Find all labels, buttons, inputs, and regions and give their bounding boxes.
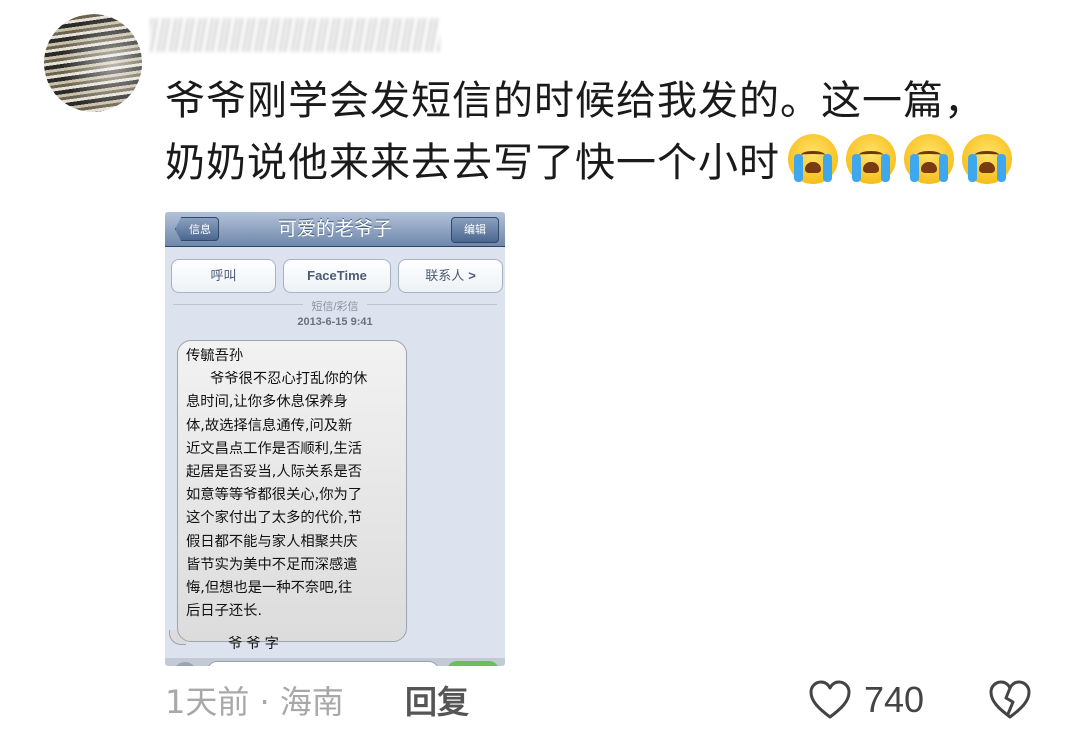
message-line: 爷爷很不忍心打乱你的休 <box>210 371 368 388</box>
message-line: 皆节实为美中不足而深感遣 <box>186 556 358 573</box>
avatar[interactable] <box>44 14 142 112</box>
edit-button[interactable]: 编辑 <box>451 217 499 243</box>
sms-type-text: 短信/彩信 <box>303 301 367 313</box>
contact-actions: 呼叫 FaceTime 联系人 > <box>171 259 503 293</box>
comment-line-1: 爷爷刚学会发短信的时候给我发的。这一篇， <box>165 78 985 124</box>
message-bubble[interactable]: 传毓吾孙 爷爷很不忍心打乱你的休 息时间,让你多休息保养身 体,故选择信息通传,… <box>177 340 407 652</box>
call-button[interactable]: 呼叫 <box>171 259 276 293</box>
message-line: 如意等等爷都很关心,你为了 <box>186 487 363 504</box>
comment-time-location: 1天前 · 海南 <box>165 683 344 721</box>
message-signature: 爷爷字 <box>228 636 283 653</box>
message-input[interactable] <box>207 661 439 666</box>
message-line: 假日都不能与家人相聚共庆 <box>186 533 358 550</box>
comment-line-2: 奶奶说他来来去去写了快一个小时 <box>165 132 1055 194</box>
message-line: 后日子还长. <box>186 603 263 620</box>
crying-face-icon <box>904 134 954 184</box>
message-line: 体,故选择信息通传,问及新 <box>186 417 353 434</box>
sms-type-label: 短信/彩信 <box>165 298 505 314</box>
username-blurred[interactable] <box>150 18 440 52</box>
crying-face-icon <box>962 134 1012 184</box>
crying-face-icon <box>846 134 896 184</box>
camera-icon[interactable] <box>173 662 197 666</box>
heart-icon <box>809 680 851 719</box>
message-line: 传毓吾孙 <box>186 348 244 364</box>
crying-face-icon <box>788 134 838 184</box>
message-line: 悔,但想也是一种不奈吧,往 <box>186 580 353 597</box>
message-timestamp: 2013-6-15 9:41 <box>297 316 373 328</box>
compose-bar <box>165 658 505 666</box>
reply-button[interactable]: 回复 <box>405 680 469 724</box>
facetime-button[interactable]: FaceTime <box>283 259 391 293</box>
message-line: 息时间,让你多休息保养身 <box>186 394 348 411</box>
contacts-button[interactable]: 联系人 > <box>398 259 503 293</box>
sms-navbar: 信息 可爱的老爷子 编辑 <box>165 212 505 247</box>
send-button[interactable] <box>447 661 499 666</box>
contacts-label: 联系人 <box>425 268 465 283</box>
message-line: 这个家付出了太多的代价,节 <box>186 510 363 527</box>
message-line: 近文昌点工作是否顺利,生活 <box>186 440 363 457</box>
chevron-right-icon: > <box>468 268 476 283</box>
like-count: 740 <box>864 679 925 720</box>
comment-line-2-text: 奶奶说他来来去去写了快一个小时 <box>165 140 780 186</box>
message-line: 起居是否妥当,人际关系是否 <box>186 464 363 481</box>
comment-text: 爷爷刚学会发短信的时候给我发的。这一篇， 奶奶说他来来去去写了快一个小时 <box>165 70 1055 194</box>
attached-screenshot[interactable]: 信息 可爱的老爷子 编辑 呼叫 FaceTime 联系人 > 短信/彩信 2013… <box>165 212 505 666</box>
broken-heart-icon[interactable] <box>988 680 1032 720</box>
